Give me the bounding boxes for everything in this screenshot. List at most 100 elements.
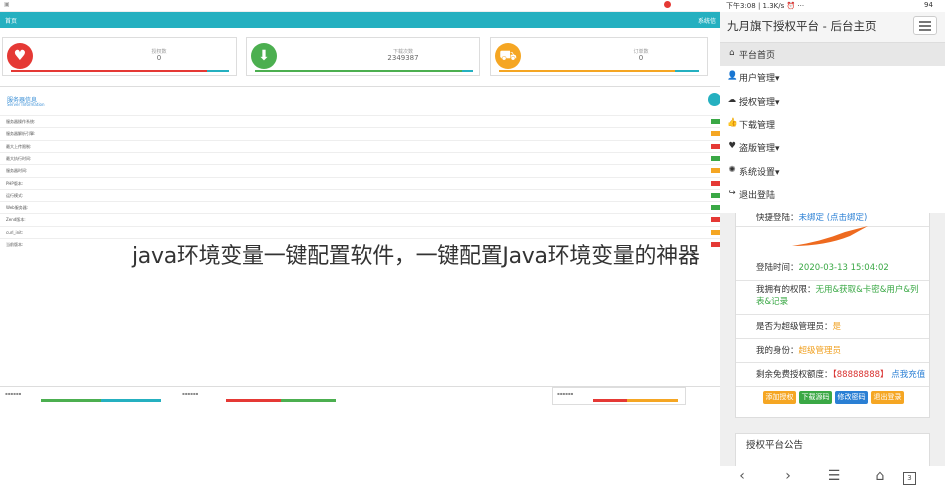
menu-item-label: 用户管理▾ [739,74,780,85]
stat-value: 0 [156,54,162,62]
menu-item-label: 授权管理▾ [739,97,780,108]
info-row: Web服务器: [0,201,720,214]
recharge-link[interactable]: 点我充值 [891,370,925,380]
footer-bar [41,399,161,402]
gear-icon: ✺ [728,164,736,175]
desktop-screenshot: ▣ 首页 系统信 ♥ 授权数 0 ⬇ 下载次数 2349387 ⛟ 订单数 0 … [0,0,720,410]
desktop-footer: ▪▪▪▪▪▪ ▪▪▪▪▪▪ ▪▪▪▪▪▪ [0,386,720,405]
footer-bar [226,399,336,402]
breadcrumb[interactable]: 首页 [5,16,17,25]
tabs-count-icon[interactable]: 3 [903,472,916,485]
menu-item[interactable]: ♥ 盗版管理▾ [720,136,945,159]
hamburger-menu-icon[interactable] [913,16,937,35]
stat-value: 2349387 [387,54,419,62]
info-row: Zend版本: [0,213,720,226]
footer-bar [593,399,678,402]
nav-menu: ⌂ 平台首页 👤 用户管理▾ ☁ 授权管理▾ 👍 下载管理 ♥ 盗版管理▾ ✺ 系统设置▾ ↪ 退出登陆 [720,43,945,213]
quota-value: 【88888888】 [832,370,889,380]
info-row-label: curl_init: [6,229,24,235]
cart-icon: ⛟ [495,43,521,69]
footer-text: ▪▪▪▪▪▪ [557,391,574,396]
home-icon[interactable]: ⌂ [870,468,890,484]
info-row: 最大执行时间: [0,151,720,165]
login-time-label: 登陆时间： [756,263,799,273]
info-row-label: 最大上传限制: [6,143,32,149]
status-badge [711,168,720,174]
nav-right-link[interactable]: 系统信 [698,16,716,25]
logo-icon: ▣ [4,1,10,8]
menu-icon[interactable]: ☰ [824,468,844,484]
info-row-label: 服务器时间: [6,168,28,174]
status-badge [711,205,720,211]
desktop-navbar: 首页 系统信 [0,12,720,28]
super-admin-label: 是否为超级管理员： [756,322,833,332]
desktop-topbar: ▣ [0,0,720,12]
menu-item[interactable]: 👤 用户管理▾ [720,66,945,89]
menu-item-label: 系统设置▾ [739,167,780,178]
stat-bar [499,70,699,72]
back-icon[interactable]: ‹ [732,468,752,484]
login-time-value: 2020-03-13 15:04:02 [798,263,889,273]
hamburger-line [919,21,931,23]
status-badge [711,131,720,137]
bind-link[interactable]: 未绑定 (点击绑定) [799,213,868,223]
status-left: 下午3:08 | 1.3K/s ⏰ ··· [726,2,805,10]
info-row-label: 服务器操作系统: [6,119,36,124]
info-row: curl_init: [0,225,720,239]
hamburger-line [919,29,931,31]
status-badge [711,143,720,149]
menu-item[interactable]: ☁ 授权管理▾ [720,90,945,113]
info-row-label: PHP版本: [6,180,24,186]
stat-bar [11,70,229,72]
download-icon: ⬇ [251,43,277,69]
page-headline: java环境变量一键配置软件，一键配置Java环境变量的神器 [132,244,700,269]
status-badge [711,217,720,223]
info-row-label: 当前版本: [6,242,24,247]
footer-cell: ▪▪▪▪▪▪ [182,391,352,403]
browser-bottom-bar: ‹ › ☰ ⌂ 3 [720,466,945,490]
menu-item[interactable]: ↪ 退出登陆 [720,183,945,206]
stat-bar [255,70,473,72]
cloud-icon: ☁ [727,94,737,105]
stat-card-orders: ⛟ 订单数 0 [490,37,708,76]
globe-icon [708,93,720,106]
info-row-label: Web服务器: [6,205,29,211]
download-source-button[interactable]: 下载源码 [799,391,832,404]
logout-button[interactable]: 退出登录 [871,391,904,404]
super-admin-value: 是 [832,322,842,332]
quick-login-label: 快捷登陆： [756,213,799,223]
panel-subtitle: Server Information [7,102,45,107]
announcement-title: 授权平台公告 [746,440,804,451]
menu-item[interactable]: ⌂ 平台首页 [720,43,945,66]
forward-icon[interactable]: › [778,468,798,484]
heart-icon: ♥ [728,141,736,152]
announcement-panel: 授权平台公告 [735,433,930,467]
heart-icon: ♥ [7,43,33,69]
flag-icon [664,1,671,8]
status-badge [711,192,720,198]
add-license-button[interactable]: 添加授权 [763,391,796,404]
status-badge [711,229,720,235]
info-row-label: 运行模式: [6,192,24,198]
identity-value: 超级管理员 [798,346,842,356]
pen-brush-icon [792,226,868,246]
battery-indicator: 94 [924,1,933,9]
hamburger-line [919,25,931,27]
menu-item-label: 平台首页 [739,51,776,61]
login-time-row: 登陆时间：2020-03-13 15:04:02 [736,256,929,281]
permissions-row: 我拥有的权限：无用&获取&卡密&用户&列表&记录 [736,280,929,315]
info-row: 服务器操作系统: [0,115,720,128]
status-bar: 下午3:08 | 1.3K/s ⏰ ··· 94 [720,0,945,12]
menu-item[interactable]: 👍 下载管理 [720,113,945,136]
menu-item[interactable]: ✺ 系统设置▾ [720,160,945,183]
info-row: 运行模式: [0,188,720,202]
footer-text: ▪▪▪▪▪▪ [5,391,22,396]
quota-label: 剩余免费授权额度： [756,370,833,380]
change-password-button[interactable]: 修改密码 [835,391,868,404]
app-header: 九月旗下授权平台 - 后台主页 [720,12,945,43]
logout-icon: ↪ [728,187,736,198]
footer-cell: ▪▪▪▪▪▪ [5,391,175,403]
stat-card-downloads: ⬇ 下载次数 2349387 [246,37,480,76]
status-badge [711,155,720,161]
status-badge [711,119,720,124]
